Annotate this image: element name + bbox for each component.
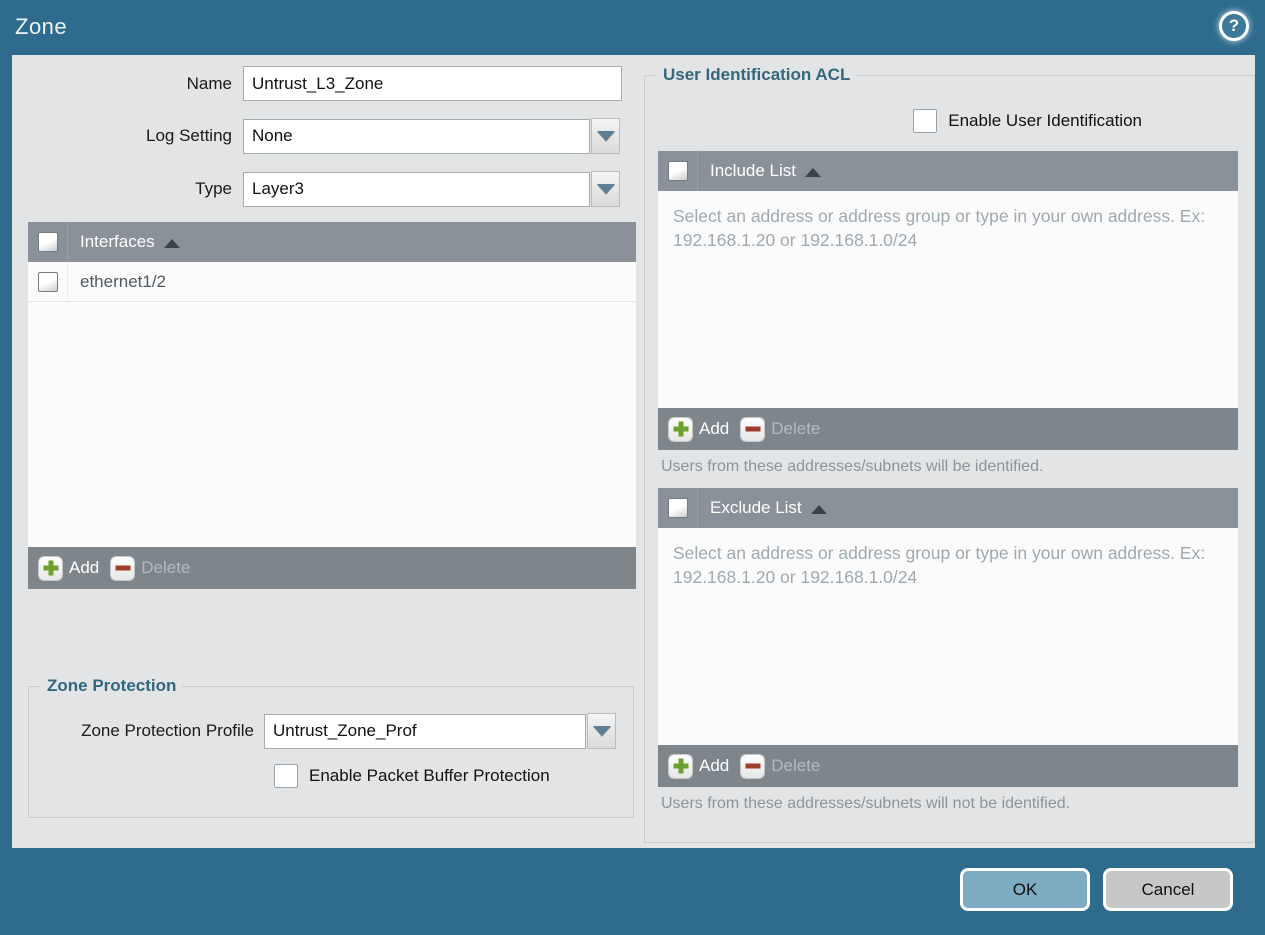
delete-label: Delete <box>771 419 821 438</box>
cancel-button[interactable]: Cancel <box>1103 868 1233 911</box>
interface-name: ethernet1/2 <box>80 271 167 291</box>
zone-protection-legend: Zone Protection <box>41 676 183 696</box>
row-checkbox-cell <box>28 262 68 301</box>
exclude-list-column-header[interactable]: Exclude List <box>710 498 802 518</box>
row-checkbox[interactable] <box>37 271 58 292</box>
chevron-down-icon <box>592 726 611 736</box>
delete-label: Delete <box>141 558 191 577</box>
zone-form: Name Log Setting Type <box>12 66 637 224</box>
include-list-column-header[interactable]: Include List <box>710 161 796 181</box>
include-list-select-all-checkbox[interactable] <box>667 161 688 181</box>
sort-ascending-icon[interactable] <box>163 238 180 248</box>
include-list-header: Include List <box>658 151 1238 191</box>
dialog-title: Zone <box>15 14 68 39</box>
exclude-delete-button[interactable]: Delete <box>741 754 821 778</box>
log-setting-input[interactable] <box>243 118 590 154</box>
dialog-titlebar: Zone ? <box>0 0 1265 55</box>
interfaces-action-bar: Add Delete <box>28 547 636 589</box>
help-icon[interactable]: ? <box>1219 11 1249 41</box>
add-icon <box>669 417 692 441</box>
include-add-button[interactable]: Add <box>669 417 730 441</box>
interfaces-empty-area <box>28 302 636 547</box>
select-all-cell <box>28 222 68 262</box>
exclude-add-button[interactable]: Add <box>669 754 730 778</box>
include-list-caption: Users from these addresses/subnets will … <box>661 458 1044 475</box>
enable-user-identification-row: Enable User Identification <box>645 109 1254 133</box>
sort-ascending-icon[interactable] <box>805 167 821 177</box>
delete-icon <box>741 417 765 441</box>
exclude-list-caption: Users from these addresses/subnets will … <box>661 795 1071 812</box>
log-setting-dropdown-button[interactable] <box>591 118 620 154</box>
type-label: Type <box>195 179 232 198</box>
chevron-down-icon <box>596 184 615 194</box>
select-all-cell <box>658 488 698 528</box>
interfaces-table: Interfaces ethernet1/2 Add Delete <box>28 222 636 589</box>
user-identification-acl-section: User Identification ACL Enable User Iden… <box>644 65 1255 843</box>
add-label: Add <box>699 756 730 775</box>
exclude-list-select-all-checkbox[interactable] <box>667 498 688 518</box>
ok-button[interactable]: OK <box>960 868 1090 911</box>
dialog-body: Name Log Setting Type Interfaces <box>12 55 1255 848</box>
name-row: Name <box>12 66 637 101</box>
exclude-list-action-bar: Add Delete <box>658 745 1238 787</box>
sort-ascending-icon[interactable] <box>810 504 827 514</box>
interfaces-header: Interfaces <box>28 222 636 262</box>
exclude-list-header: Exclude List <box>658 488 1238 528</box>
include-list-table: Include List Select an address or addres… <box>658 151 1238 476</box>
user-identification-acl-legend: User Identification ACL <box>657 65 857 85</box>
delete-label: Delete <box>771 756 821 775</box>
add-icon <box>669 754 692 778</box>
type-input[interactable] <box>243 171 590 207</box>
delete-icon <box>741 754 765 778</box>
name-label: Name <box>186 73 232 93</box>
exclude-list-placeholder: Select an address or address group or ty… <box>673 543 1206 588</box>
interfaces-column-header[interactable]: Interfaces <box>80 232 155 252</box>
log-setting-label: Log Setting <box>145 126 232 145</box>
include-list-action-bar: Add Delete <box>658 408 1238 450</box>
add-label: Add <box>69 558 100 577</box>
packet-buffer-label: Enable Packet Buffer Protection <box>309 766 550 785</box>
packet-buffer-row: Enable Packet Buffer Protection <box>29 764 633 788</box>
zone-protection-section: Zone Protection Zone Protection Profile … <box>28 676 634 818</box>
name-input[interactable] <box>243 66 622 101</box>
select-all-cell <box>658 151 698 191</box>
delete-interface-button[interactable]: Delete <box>111 556 191 580</box>
zone-protection-profile-row: Zone Protection Profile <box>29 713 633 749</box>
add-label: Add <box>699 419 730 438</box>
add-interface-button[interactable]: Add <box>39 556 100 580</box>
add-icon <box>39 556 62 580</box>
chevron-down-icon <box>596 131 615 141</box>
delete-icon <box>111 556 135 580</box>
log-setting-row: Log Setting <box>12 118 637 154</box>
type-dropdown-button[interactable] <box>591 171 620 207</box>
packet-buffer-checkbox[interactable] <box>274 764 298 788</box>
include-list-body[interactable]: Select an address or address group or ty… <box>658 191 1238 408</box>
interfaces-select-all-checkbox[interactable] <box>37 232 58 252</box>
zone-protection-profile-dropdown-button[interactable] <box>587 713 616 749</box>
exclude-list-body[interactable]: Select an address or address group or ty… <box>658 528 1238 745</box>
include-list-placeholder: Select an address or address group or ty… <box>673 206 1206 251</box>
zone-protection-profile-input[interactable] <box>264 713 586 749</box>
include-delete-button[interactable]: Delete <box>741 417 821 441</box>
table-row[interactable]: ethernet1/2 <box>28 262 636 302</box>
zone-protection-profile-label: Zone Protection Profile <box>81 721 254 740</box>
exclude-list-table: Exclude List Select an address or addres… <box>658 488 1238 813</box>
enable-user-identification-checkbox[interactable] <box>913 109 938 133</box>
enable-user-identification-label: Enable User Identification <box>948 111 1142 130</box>
type-row: Type <box>12 171 637 207</box>
